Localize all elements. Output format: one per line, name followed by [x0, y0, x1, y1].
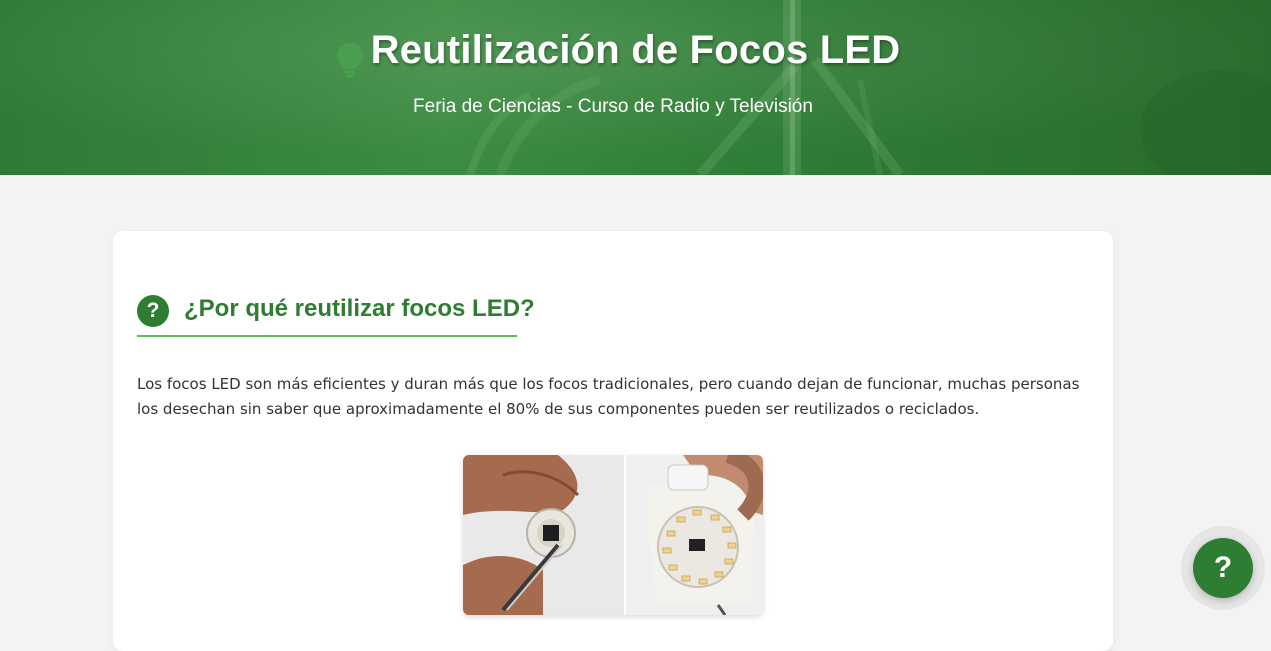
section-title: ¿Por qué reutilizar focos LED? [184, 295, 535, 322]
led-photo-illustration [463, 455, 763, 615]
question-circle-icon: ? [137, 295, 169, 327]
page-subtitle: Feria de Ciencias - Curso de Radio y Tel… [413, 96, 813, 117]
hero-background-decoration [0, 0, 1271, 175]
hero-banner: Reutilización de Focos LED Feria de Cien… [0, 0, 1271, 175]
content-card: ? ¿Por qué reutilizar focos LED? Los foc… [113, 231, 1113, 651]
led-disassembly-photo [463, 455, 763, 615]
intro-paragraph: Los focos LED son más eficientes y duran… [137, 375, 1080, 418]
page-title: Reutilización de Focos LED [370, 28, 901, 72]
help-button[interactable]: ? [1193, 538, 1253, 598]
section-heading: ? ¿Por qué reutilizar focos LED? [137, 293, 535, 337]
